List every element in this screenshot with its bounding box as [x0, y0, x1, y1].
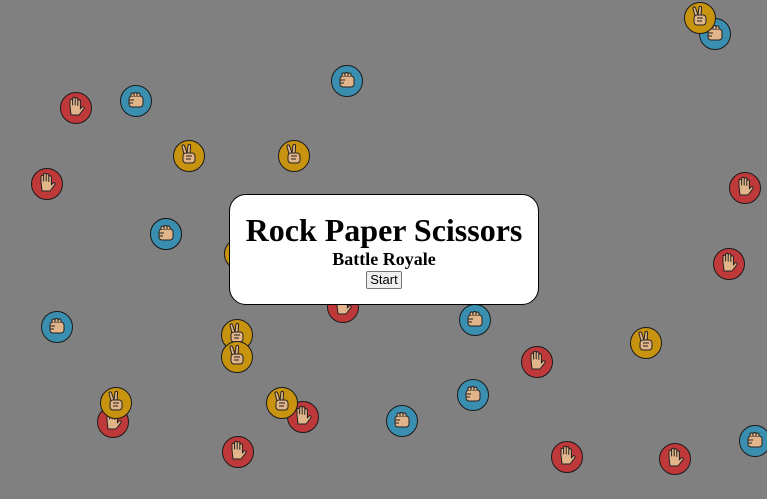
token-rock	[41, 311, 73, 343]
token-paper	[60, 92, 92, 124]
token-scissors	[278, 140, 310, 172]
token-rock	[457, 379, 489, 411]
token-paper	[713, 248, 745, 280]
token-paper	[222, 436, 254, 468]
token-paper	[729, 172, 761, 204]
token-rock	[459, 304, 491, 336]
token-paper	[521, 346, 553, 378]
token-scissors	[221, 341, 253, 373]
token-paper	[551, 441, 583, 473]
token-rock	[739, 425, 767, 457]
token-rock	[386, 405, 418, 437]
token-paper	[31, 168, 63, 200]
game-title: Rock Paper Scissors	[245, 212, 523, 248]
token-scissors	[266, 387, 298, 419]
token-scissors	[630, 327, 662, 359]
token-rock	[331, 65, 363, 97]
start-button[interactable]: Start	[366, 271, 402, 289]
token-rock	[150, 218, 182, 250]
token-rock	[120, 85, 152, 117]
token-scissors	[173, 140, 205, 172]
token-scissors	[684, 2, 716, 34]
token-scissors	[100, 387, 132, 419]
start-dialog: Rock Paper Scissors Battle Royale Start	[229, 194, 539, 305]
token-paper	[659, 443, 691, 475]
game-subtitle: Battle Royale	[332, 249, 436, 269]
